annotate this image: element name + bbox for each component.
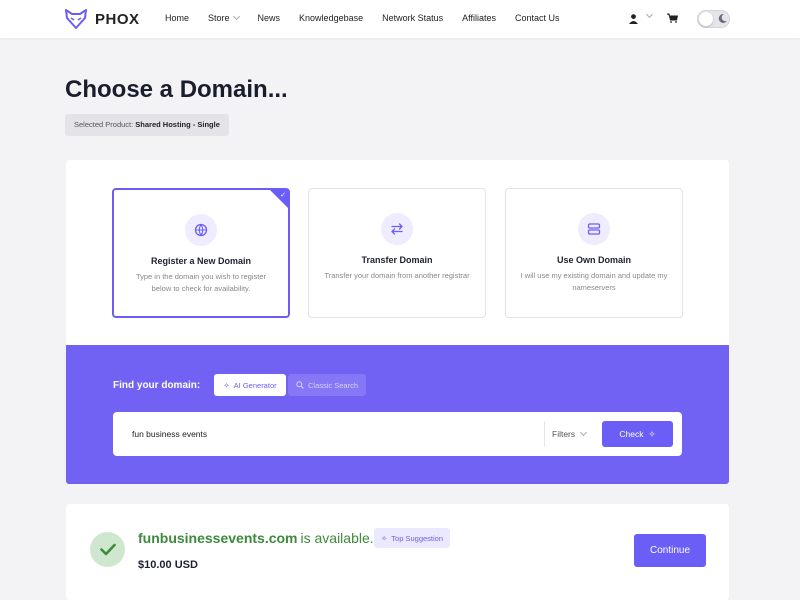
chevron-down-icon bbox=[232, 12, 240, 21]
nav-contact-us[interactable]: Contact Us bbox=[515, 13, 560, 23]
filters-dropdown[interactable]: Filters bbox=[552, 428, 588, 439]
toggle-knob bbox=[699, 12, 713, 26]
selected-product-badge: Selected Product: Shared Hosting - Singl… bbox=[65, 114, 229, 136]
user-menu-chevron-icon[interactable] bbox=[645, 10, 654, 19]
nav-network-status[interactable]: Network Status bbox=[382, 13, 443, 23]
nav-store[interactable]: Store bbox=[208, 12, 240, 23]
selected-product-label: Selected Product: bbox=[74, 120, 134, 129]
check-button[interactable]: Check ✧ bbox=[602, 421, 673, 447]
logo-text: PHOX bbox=[95, 10, 140, 28]
nav-affiliates-label: Affiliates bbox=[462, 13, 496, 23]
server-icon bbox=[578, 213, 610, 245]
page-title: Choose a Domain... bbox=[65, 76, 288, 103]
selected-product-value: Shared Hosting - Single bbox=[135, 120, 220, 129]
nav-knowledgebase-label: Knowledgebase bbox=[299, 13, 364, 23]
nav-affiliates[interactable]: Affiliates bbox=[462, 13, 496, 23]
option-title: Use Own Domain bbox=[556, 255, 631, 265]
domain-result-card: funbusinessevents.com is available. ✧ To… bbox=[66, 504, 729, 600]
option-use-own-domain[interactable]: Use Own Domain I will use my existing do… bbox=[505, 188, 683, 318]
nav-news-label: News bbox=[257, 13, 281, 23]
divider bbox=[544, 421, 545, 447]
tab-classic-search-label: Classic Search bbox=[307, 380, 359, 390]
nav-news[interactable]: News bbox=[258, 13, 281, 23]
tab-ai-generator[interactable]: ✧ AI Generator bbox=[214, 374, 286, 396]
tab-classic-search[interactable]: Classic Search bbox=[288, 374, 366, 396]
main-nav: Home Store News Knowledgebase Network St… bbox=[165, 12, 579, 23]
available-check-icon bbox=[90, 532, 125, 567]
moon-icon bbox=[718, 13, 727, 23]
option-transfer-domain[interactable]: Transfer Domain Transfer your domain fro… bbox=[308, 188, 486, 318]
user-icon[interactable] bbox=[629, 14, 638, 24]
sparkle-icon: ✧ bbox=[648, 428, 656, 439]
nav-network-status-label: Network Status bbox=[382, 13, 444, 23]
sparkle-icon: ✧ bbox=[223, 380, 230, 390]
domain-search-section: Find your domain: ✧ AI Generator Classic… bbox=[66, 345, 729, 484]
chevron-down-icon bbox=[580, 428, 588, 437]
top-navbar: PHOX Home Store News Knowledgebase Netwo… bbox=[0, 0, 800, 38]
continue-button[interactable]: Continue bbox=[634, 534, 706, 567]
option-description: Transfer your domain from another regist… bbox=[324, 271, 470, 280]
availability-status: is available. bbox=[300, 530, 374, 546]
fox-logo-icon bbox=[65, 9, 87, 29]
domain-availability: funbusinessevents.com is available. bbox=[138, 530, 374, 546]
find-domain-label: Find your domain: bbox=[113, 380, 201, 391]
check-icon: ✓ bbox=[280, 192, 286, 199]
search-box: Filters Check ✧ bbox=[113, 412, 682, 456]
globe-icon bbox=[185, 214, 217, 246]
domain-options-card: ✓ Register a New Domain Type in the doma… bbox=[66, 160, 729, 484]
search-icon bbox=[296, 381, 304, 389]
domain-price: $10.00 USD bbox=[138, 559, 198, 571]
option-description: Type in the domain you wish to register … bbox=[135, 272, 267, 293]
domain-search-input[interactable] bbox=[113, 412, 543, 456]
option-title: Transfer Domain bbox=[361, 255, 433, 265]
option-title: Register a New Domain bbox=[150, 256, 252, 266]
logo[interactable]: PHOX bbox=[65, 9, 140, 29]
top-suggestion-label: Top Suggestion bbox=[391, 533, 444, 543]
top-suggestion-badge: ✧ Top Suggestion bbox=[374, 528, 451, 548]
dark-mode-toggle[interactable] bbox=[697, 10, 730, 28]
cart-icon[interactable] bbox=[667, 13, 678, 23]
nav-contact-us-label: Contact Us bbox=[515, 13, 560, 23]
option-description: I will use my existing domain and update… bbox=[520, 271, 668, 292]
nav-store-label: Store bbox=[208, 13, 230, 23]
sparkle-icon: ✧ bbox=[381, 533, 388, 543]
filters-label: Filters bbox=[552, 429, 576, 439]
domain-name: funbusinessevents.com bbox=[138, 530, 298, 546]
nav-home[interactable]: Home bbox=[165, 13, 189, 23]
tab-ai-generator-label: AI Generator bbox=[233, 380, 277, 390]
check-button-label: Check bbox=[619, 429, 644, 439]
option-register-domain[interactable]: ✓ Register a New Domain Type in the doma… bbox=[112, 188, 290, 318]
transfer-icon bbox=[381, 213, 413, 245]
nav-knowledgebase[interactable]: Knowledgebase bbox=[299, 13, 363, 23]
nav-home-label: Home bbox=[165, 13, 190, 23]
